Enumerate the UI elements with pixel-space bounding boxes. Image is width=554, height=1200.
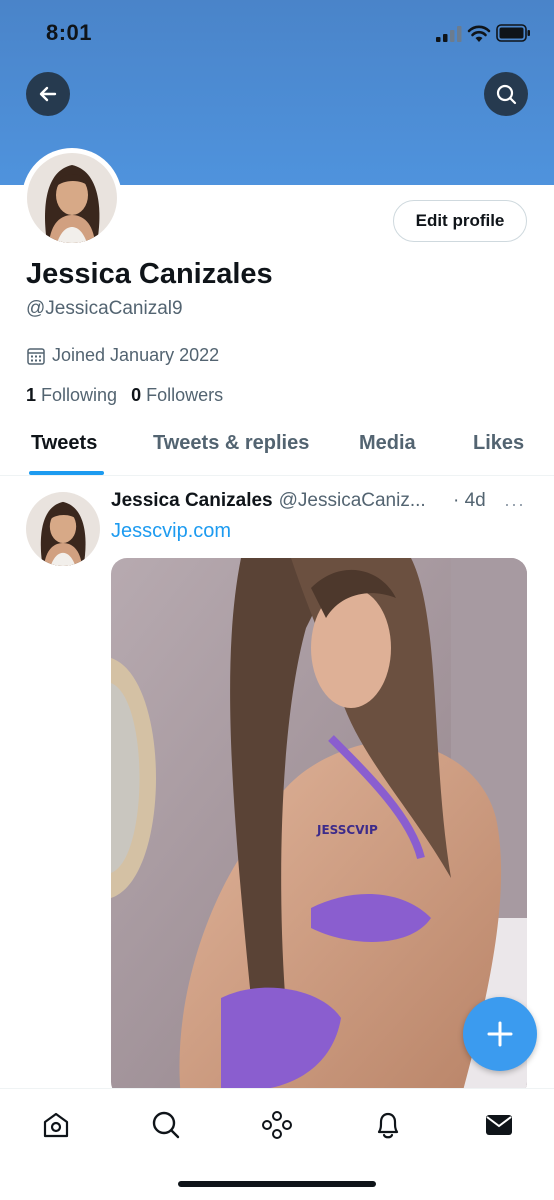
media-watermark: JESSCVIP xyxy=(316,823,378,837)
tweet-author-name[interactable]: Jessica Canizales xyxy=(111,490,273,512)
back-button[interactable] xyxy=(26,72,70,116)
compose-tweet-button[interactable] xyxy=(463,997,537,1071)
tab-tweets[interactable]: Tweets xyxy=(31,432,97,455)
search-button[interactable] xyxy=(484,72,528,116)
cellular-signal-icon xyxy=(436,26,462,42)
following-count: 1 xyxy=(26,385,37,405)
profile-handle: @JessicaCanizal9 xyxy=(26,298,183,319)
following-link[interactable]: 1 Following xyxy=(26,385,117,406)
tweet-more-icon[interactable]: ··· xyxy=(504,494,525,515)
followers-label: Followers xyxy=(146,385,224,405)
tab-tweets-replies[interactable]: Tweets & replies xyxy=(153,432,309,455)
battery-icon xyxy=(496,24,530,42)
calendar-icon xyxy=(27,347,45,365)
tweet-timestamp[interactable]: · 4d xyxy=(453,490,486,512)
arrow-left-icon xyxy=(39,86,57,102)
joined-text: Joined January 2022 xyxy=(52,345,220,365)
followers-link[interactable]: 0 Followers xyxy=(131,385,223,406)
plus-icon xyxy=(487,1021,513,1047)
nav-spaces[interactable] xyxy=(259,1107,295,1143)
tweet-avatar[interactable] xyxy=(26,492,100,566)
tab-media[interactable]: Media xyxy=(359,432,416,455)
profile-name: Jessica Canizales xyxy=(26,258,273,290)
search-icon xyxy=(152,1111,180,1139)
active-tab-indicator xyxy=(29,471,104,475)
nav-messages[interactable] xyxy=(481,1107,517,1143)
tab-likes[interactable]: Likes xyxy=(473,432,524,455)
following-label: Following xyxy=(41,385,118,405)
messages-icon xyxy=(486,1115,512,1135)
spaces-icon xyxy=(262,1111,292,1139)
status-time: 8:01 xyxy=(46,20,93,45)
notifications-icon xyxy=(377,1112,399,1139)
follow-stats: 1 Following 0 Followers xyxy=(26,385,237,406)
status-bar: 8:01 xyxy=(0,0,554,66)
tweet-header: Jessica Canizales @JessicaCaniz... · 4d xyxy=(111,490,531,512)
tweet-link[interactable]: Jesscvip.com xyxy=(111,520,231,543)
search-icon xyxy=(496,84,517,105)
profile-avatar[interactable] xyxy=(22,148,122,248)
nav-home[interactable] xyxy=(38,1107,74,1143)
wifi-icon xyxy=(467,25,491,42)
nav-notifications[interactable] xyxy=(370,1107,406,1143)
home-indicator xyxy=(178,1181,376,1187)
tweet-author-handle[interactable]: @JessicaCaniz... xyxy=(279,490,426,512)
tweet-media-image[interactable]: JESSCVIP xyxy=(111,558,527,1098)
avatar-photo xyxy=(27,153,117,243)
edit-profile-button[interactable]: Edit profile xyxy=(393,200,527,242)
followers-count: 0 xyxy=(131,385,142,405)
home-icon xyxy=(43,1112,69,1138)
nav-search[interactable] xyxy=(148,1107,184,1143)
joined-date: Joined January 2022 xyxy=(26,345,219,366)
profile-tabs: Tweets Tweets & replies Media Likes xyxy=(0,420,554,476)
